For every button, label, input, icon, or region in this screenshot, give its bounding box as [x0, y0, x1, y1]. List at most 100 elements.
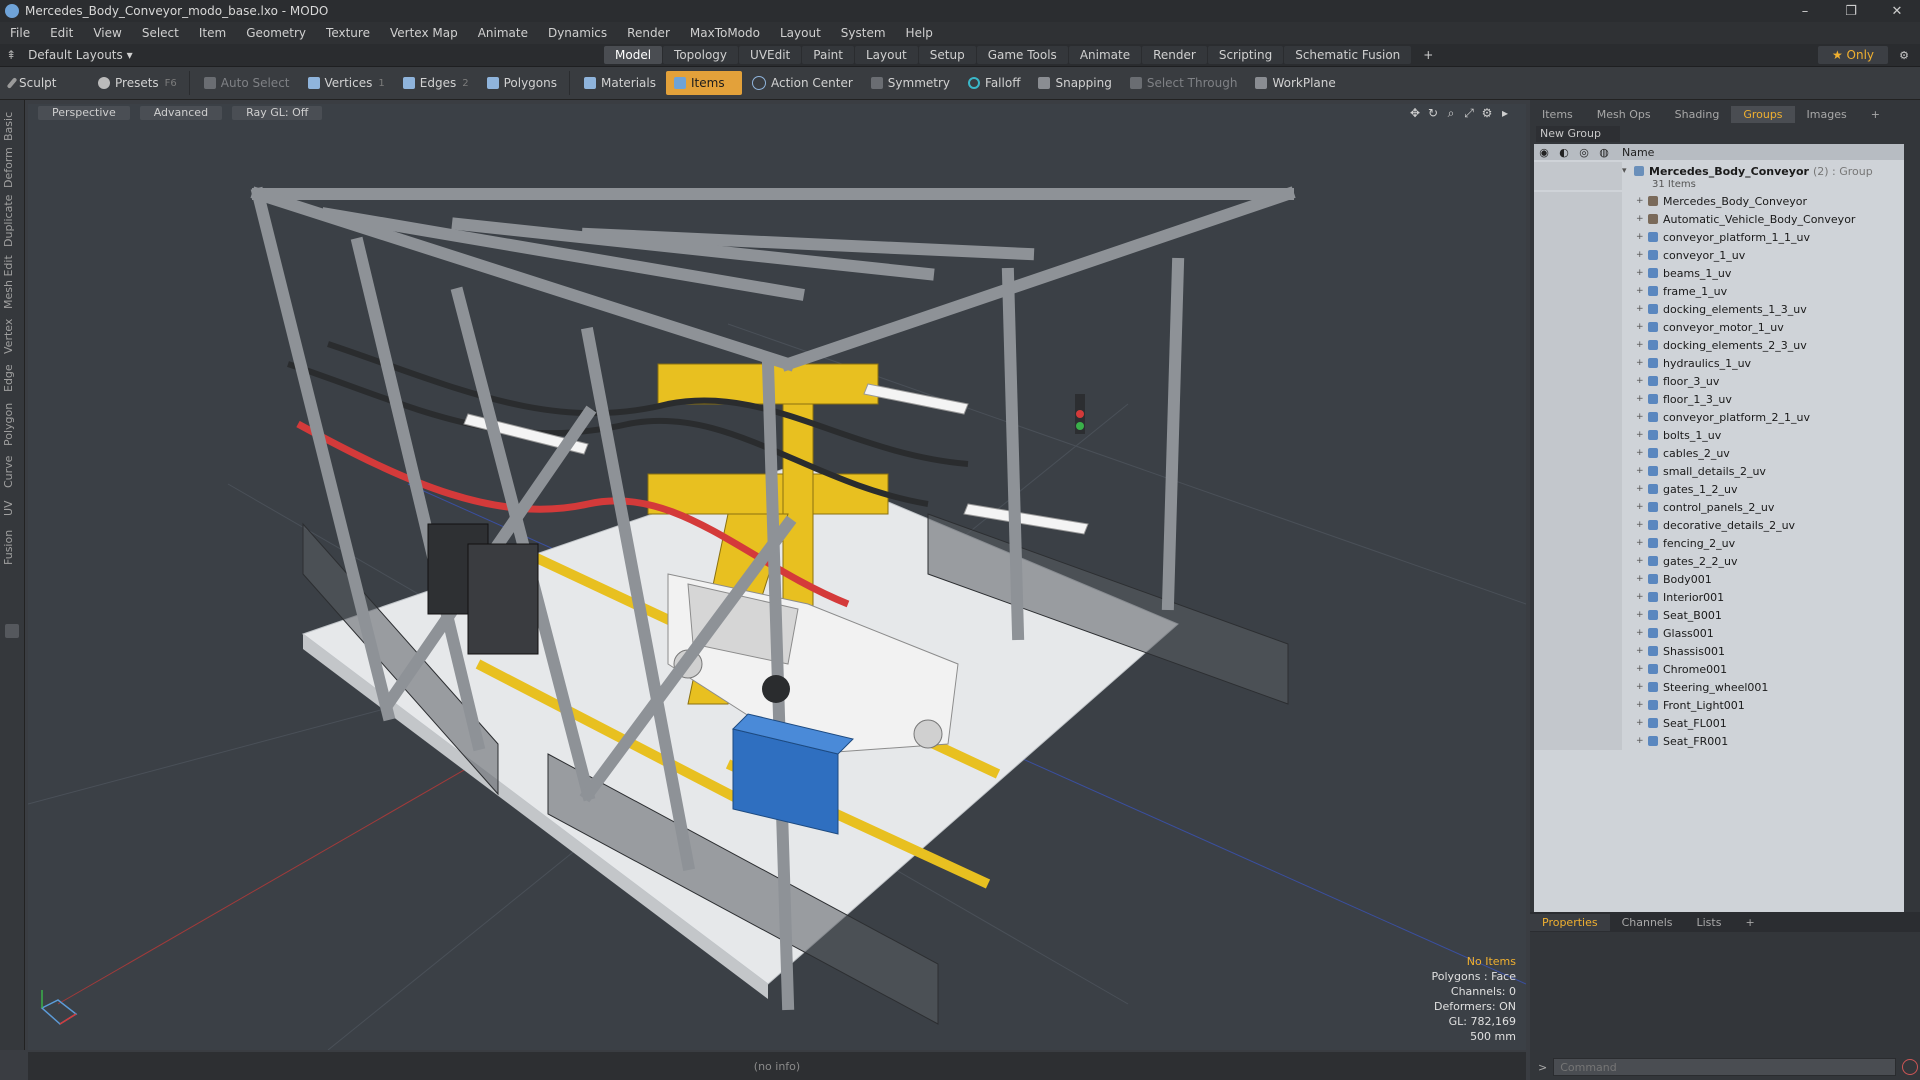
tab-shading[interactable]: Shading	[1663, 106, 1732, 123]
auto-select-button[interactable]: Auto Select	[196, 71, 298, 95]
tree-item-row[interactable]: + bolts_1_uv	[1534, 426, 1904, 444]
expand-icon[interactable]: +	[1636, 700, 1648, 710]
viewport-expand-icon[interactable]: ▸	[1496, 106, 1514, 120]
tab-images[interactable]: Images	[1795, 106, 1859, 123]
collapse-arrow-icon[interactable]: ▾	[1622, 166, 1634, 176]
edges-button[interactable]: Edges 2	[395, 71, 477, 95]
left-tab-duplicate[interactable]: Duplicate	[2, 194, 22, 248]
tab-scripting[interactable]: Scripting	[1207, 46, 1284, 64]
tree-item-row[interactable]: + conveyor_platform_1_1_uv	[1534, 228, 1904, 246]
tree-item-row[interactable]: + conveyor_motor_1_uv	[1534, 318, 1904, 336]
gear-icon[interactable]: ⚙	[1894, 46, 1914, 64]
tab-game-tools[interactable]: Game Tools	[976, 46, 1068, 64]
vertices-button[interactable]: Vertices 1	[300, 71, 393, 95]
tab-lists[interactable]: Lists	[1685, 914, 1734, 931]
tree-item-row[interactable]: + docking_elements_2_3_uv	[1534, 336, 1904, 354]
tree-item-row[interactable]: + frame_1_uv	[1534, 282, 1904, 300]
tab-items[interactable]: Items	[1530, 106, 1585, 123]
tab-paint[interactable]: Paint	[802, 46, 854, 64]
action-center-button[interactable]: Action Center	[744, 71, 861, 95]
add-tab-button[interactable]: +	[1412, 46, 1444, 64]
left-tab-edge[interactable]: Edge	[2, 362, 22, 394]
select-icon[interactable]: ◍	[1594, 146, 1614, 159]
only-button[interactable]: ★ Only	[1818, 46, 1888, 64]
tree-item-row[interactable]: + small_details_2_uv	[1534, 462, 1904, 480]
close-button[interactable]: ✕	[1874, 0, 1920, 22]
menu-vertex-map[interactable]: Vertex Map	[380, 26, 468, 40]
menu-animate[interactable]: Animate	[468, 26, 538, 40]
strip-toggle-button[interactable]	[5, 624, 19, 638]
tree-item-row[interactable]: + Shassis001	[1534, 642, 1904, 660]
command-input[interactable]	[1553, 1058, 1896, 1076]
left-tab-uv[interactable]: UV	[2, 496, 22, 520]
menu-maxtomodo[interactable]: MaxToModo	[680, 26, 770, 40]
tree-item-row[interactable]: + gates_1_2_uv	[1534, 480, 1904, 498]
tree-item-row[interactable]: + Steering_wheel001	[1534, 678, 1904, 696]
tree-item-row[interactable]: + hydraulics_1_uv	[1534, 354, 1904, 372]
symmetry-button[interactable]: Symmetry	[863, 71, 958, 95]
tree-item-row[interactable]: + floor_3_uv	[1534, 372, 1904, 390]
presets-button[interactable]: Presets F6	[90, 71, 185, 95]
menu-view[interactable]: View	[83, 26, 131, 40]
tab-render[interactable]: Render	[1142, 46, 1207, 64]
tab-layout[interactable]: Layout	[854, 46, 918, 64]
restore-button[interactable]: ❐	[1828, 0, 1874, 22]
menu-system[interactable]: System	[831, 26, 896, 40]
tree-item-row[interactable]: + Interior001	[1534, 588, 1904, 606]
menu-help[interactable]: Help	[896, 26, 943, 40]
add-panel-tab-button[interactable]: +	[1859, 106, 1892, 123]
tree-item-row[interactable]: + beams_1_uv	[1534, 264, 1904, 282]
tab-topology[interactable]: Topology	[663, 46, 739, 64]
menu-texture[interactable]: Texture	[316, 26, 380, 40]
tab-groups[interactable]: Groups	[1731, 105, 1795, 123]
expand-icon[interactable]: +	[1636, 196, 1648, 206]
expand-icon[interactable]: +	[1636, 466, 1648, 476]
tab-properties[interactable]: Properties	[1530, 913, 1610, 931]
menu-dynamics[interactable]: Dynamics	[538, 26, 617, 40]
expand-icon[interactable]: +	[1636, 628, 1648, 638]
tree-item-row[interactable]: + Mercedes_Body_Conveyor	[1534, 192, 1904, 210]
tree-item-row[interactable]: + Seat_B001	[1534, 606, 1904, 624]
expand-icon[interactable]: +	[1636, 286, 1648, 296]
left-tab-basic[interactable]: Basic	[2, 108, 22, 144]
menu-file[interactable]: File	[0, 26, 40, 40]
tree-item-row[interactable]: + Glass001	[1534, 624, 1904, 642]
tree-item-row[interactable]: + Seat_FL001	[1534, 714, 1904, 732]
tree-item-row[interactable]: + cables_2_uv	[1534, 444, 1904, 462]
minimize-button[interactable]: –	[1782, 0, 1828, 22]
tree-item-row[interactable]: + fencing_2_uv	[1534, 534, 1904, 552]
polygons-button[interactable]: Polygons	[479, 71, 565, 95]
expand-icon[interactable]: +	[1636, 502, 1648, 512]
expand-icon[interactable]: +	[1636, 214, 1648, 224]
items-button[interactable]: Items	[666, 71, 742, 95]
snapping-button[interactable]: Snapping	[1030, 71, 1119, 95]
view-mode-dropdown[interactable]: Perspective	[38, 106, 130, 120]
tree-item-row[interactable]: + decorative_details_2_uv	[1534, 516, 1904, 534]
expand-icon[interactable]: +	[1636, 484, 1648, 494]
expand-icon[interactable]: +	[1636, 664, 1648, 674]
menu-render[interactable]: Render	[617, 26, 680, 40]
expand-icon[interactable]: +	[1636, 610, 1648, 620]
menu-geometry[interactable]: Geometry	[236, 26, 316, 40]
materials-button[interactable]: Materials	[576, 71, 664, 95]
tab-uvedit[interactable]: UVEdit	[739, 46, 802, 64]
3d-viewport[interactable]: Perspective Advanced Ray GL: Off ✥ ↻ ⌕ ⤢…	[28, 104, 1526, 1050]
tree-item-row[interactable]: + conveyor_platform_2_1_uv	[1534, 408, 1904, 426]
shading-dropdown[interactable]: Advanced	[139, 106, 223, 120]
expand-icon[interactable]: +	[1636, 394, 1648, 404]
tree-item-row[interactable]: + Seat_FR001	[1534, 732, 1904, 750]
eye-icon[interactable]: ◉	[1534, 146, 1554, 159]
expand-icon[interactable]: +	[1636, 268, 1648, 278]
expand-icon[interactable]: +	[1636, 430, 1648, 440]
tab-schematic-fusion[interactable]: Schematic Fusion	[1284, 46, 1412, 64]
falloff-button[interactable]: Falloff	[960, 71, 1028, 95]
viewport-gear-icon[interactable]: ⚙	[1478, 106, 1496, 120]
left-tab-deform[interactable]: Deform	[2, 147, 22, 188]
column-name[interactable]: Name	[1622, 146, 1654, 159]
tab-setup[interactable]: Setup	[918, 46, 976, 64]
tab-animate[interactable]: Animate	[1068, 46, 1142, 64]
layout-selector[interactable]: ⇞ Default Layouts ▾	[6, 44, 133, 66]
expand-icon[interactable]: +	[1636, 574, 1648, 584]
tree-item-row[interactable]: + Body001	[1534, 570, 1904, 588]
expand-icon[interactable]: +	[1636, 592, 1648, 602]
